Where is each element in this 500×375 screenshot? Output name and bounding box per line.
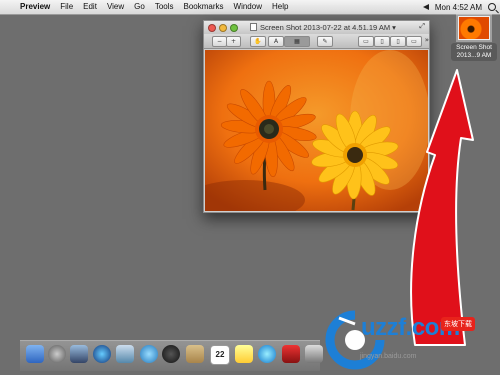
facetime-icon[interactable] [162, 345, 180, 363]
view-button-2[interactable]: ▯ [390, 36, 406, 47]
traffic-lights [208, 23, 241, 32]
calendar-icon[interactable]: 22 [210, 345, 230, 365]
mission-control-icon[interactable] [70, 345, 88, 363]
file-thumbnail-icon [458, 16, 490, 40]
watermark-small-text: jingyan.baidu.com [360, 353, 417, 360]
spotlight-search-icon[interactable] [488, 3, 496, 11]
menu-view[interactable]: View [107, 0, 124, 14]
watermark-chinese: 东坡下载 [441, 317, 475, 331]
preview-dock-icon[interactable] [116, 345, 134, 363]
toolbar-overflow-icon[interactable]: » [425, 36, 429, 44]
system-preferences-icon[interactable] [305, 345, 323, 363]
view-button-1[interactable]: ▯ [374, 36, 390, 47]
minimize-button[interactable] [219, 23, 227, 32]
close-button[interactable] [208, 23, 216, 32]
red-arrow-annotation [410, 69, 474, 346]
photo-booth-icon[interactable] [282, 345, 300, 363]
menu-file[interactable]: File [60, 0, 73, 14]
window-title-text: Screen Shot 2013-07-22 at 4.51.19 AM [260, 23, 391, 32]
file-label-line1: Screen Shot [456, 44, 492, 51]
contacts-icon[interactable] [186, 345, 204, 363]
view-button-3[interactable]: ▭ [406, 36, 422, 47]
clock[interactable]: Mon 4:52 AM [435, 3, 482, 12]
document-icon [250, 23, 257, 31]
menu-help[interactable]: Help [272, 0, 288, 14]
file-label-line2: 2013...9 AM [456, 52, 492, 59]
move-tool-button[interactable]: ✋ [250, 36, 266, 47]
menu-window[interactable]: Window [234, 0, 262, 14]
menu-bar: Preview File Edit View Go Tools Bookmark… [0, 0, 500, 15]
status-area: Mon 4:52 AM [417, 0, 496, 14]
zoom-button[interactable] [230, 23, 238, 32]
zoom-in-button[interactable]: + [226, 36, 241, 47]
window-titlebar[interactable]: Screen Shot 2013-07-22 at 4.51.19 AM ▾ ⤢ [204, 21, 429, 34]
file-label: Screen Shot 2013...9 AM [451, 43, 497, 61]
photos-icon[interactable] [235, 345, 253, 363]
watermark: uzzf.com 东坡下载 jingyan.baidu.com [325, 308, 500, 375]
desktop-file-screenshot[interactable]: Screen Shot 2013...9 AM [451, 16, 497, 61]
fullscreen-icon[interactable]: ⤢ [419, 23, 425, 31]
menu-app-preview[interactable]: Preview [20, 0, 50, 14]
zoom-out-button[interactable]: − [212, 36, 227, 47]
sidebar-button[interactable]: ▭ [358, 36, 374, 47]
menu-bookmarks[interactable]: Bookmarks [184, 0, 224, 14]
window-title: Screen Shot 2013-07-22 at 4.51.19 AM ▾ [250, 23, 396, 32]
finder-icon[interactable] [26, 345, 44, 363]
volume-icon[interactable] [422, 4, 429, 10]
launchpad-icon[interactable] [48, 345, 66, 363]
safari-icon[interactable] [140, 345, 158, 363]
select-tool-button[interactable]: ▦ [284, 36, 310, 47]
annotate-button[interactable]: ✎ [317, 36, 333, 47]
menu-edit[interactable]: Edit [83, 0, 97, 14]
app-store-icon[interactable] [93, 345, 111, 363]
window-toolbar: − + ✋ A ▦ ✎ ▭ ▯ ▯ ▭ » [204, 34, 429, 49]
itunes-icon[interactable] [258, 345, 276, 363]
menu-go[interactable]: Go [134, 0, 145, 14]
text-tool-button[interactable]: A [268, 36, 284, 47]
menu-tools[interactable]: Tools [155, 0, 174, 14]
